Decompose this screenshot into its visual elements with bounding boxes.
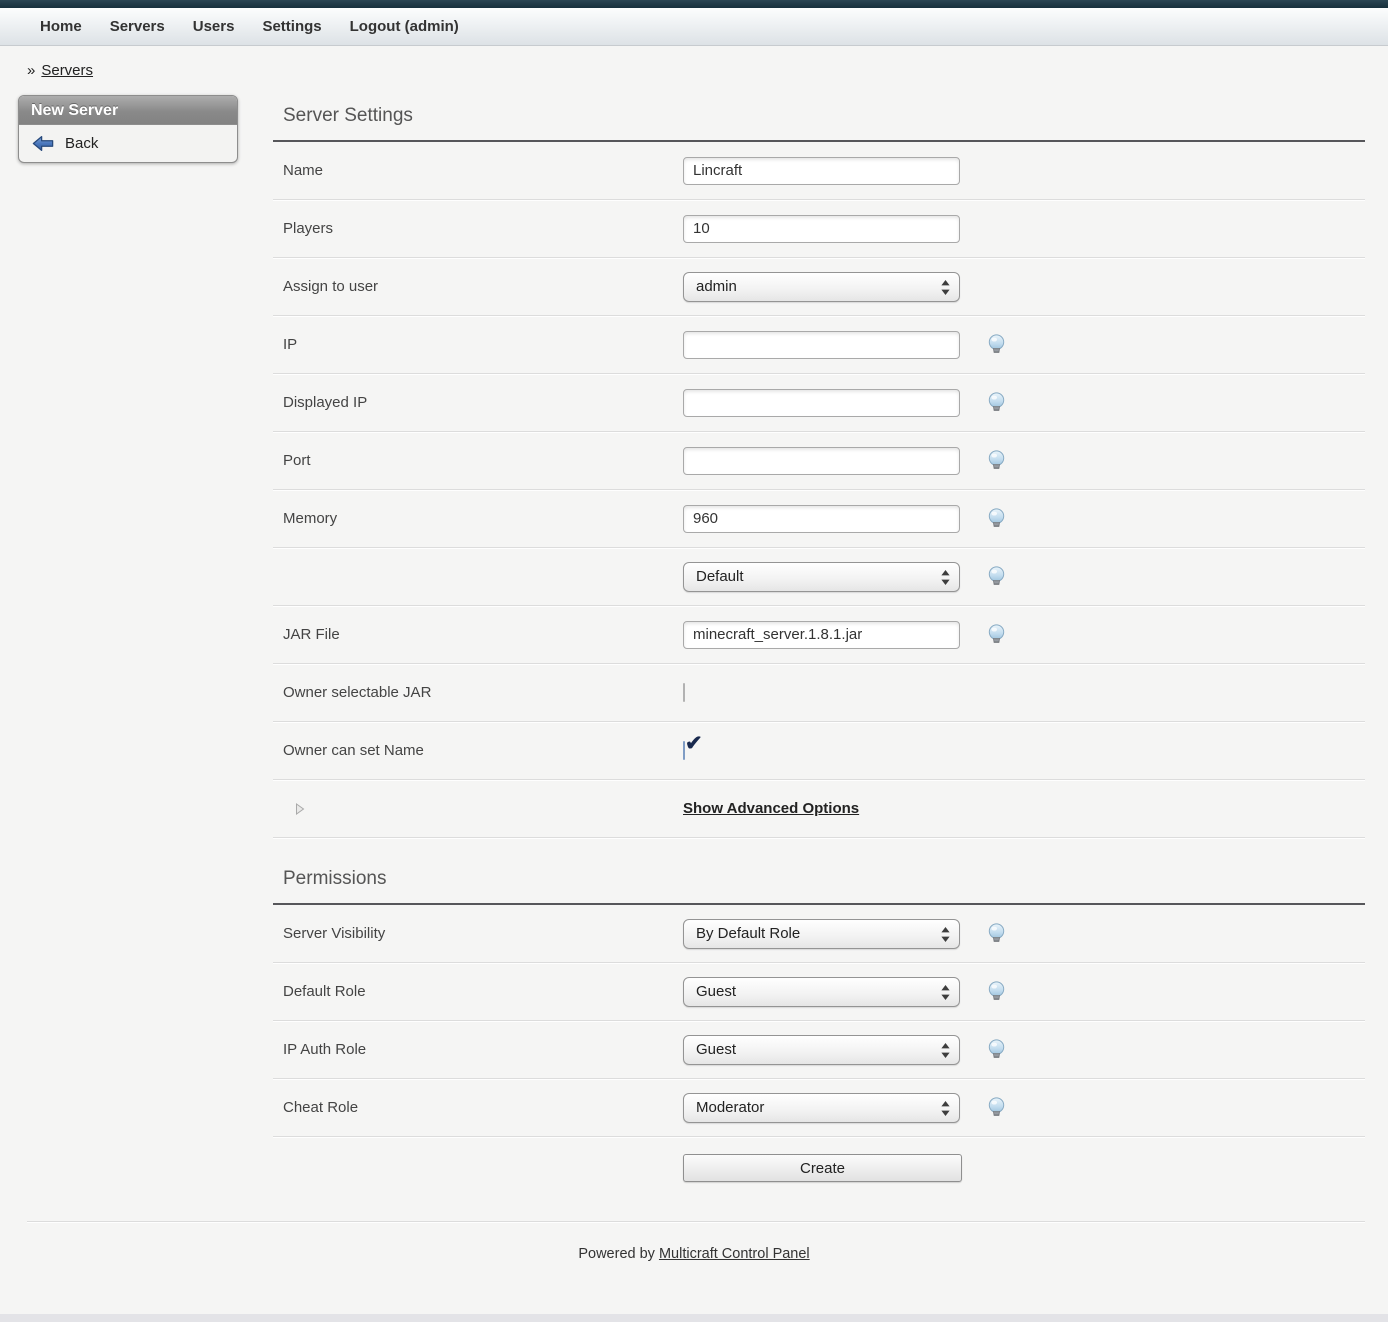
players-row: Players	[273, 200, 1365, 258]
assign-to-user-select[interactable]: admin	[683, 272, 960, 302]
permissions-section-header: Permissions	[273, 838, 1365, 905]
displayed-ip-input[interactable]	[683, 389, 960, 417]
jar-type-row: Default	[273, 548, 1365, 606]
back-button[interactable]: Back	[19, 125, 237, 162]
lightbulb-icon[interactable]	[987, 1097, 1006, 1118]
server-visibility-value: By Default Role	[696, 925, 800, 942]
port-input[interactable]	[683, 447, 960, 475]
powered-by-text: Powered by	[578, 1246, 659, 1262]
jar-file-input[interactable]	[683, 621, 960, 649]
ip-input[interactable]	[683, 331, 960, 359]
jar-file-label: JAR File	[283, 626, 683, 643]
owner-selectable-jar-checkbox[interactable]: ✔	[683, 683, 685, 702]
bottom-edge-bar	[0, 1314, 1388, 1322]
players-input[interactable]	[683, 215, 960, 243]
footer: Powered by Multicraft Control Panel	[0, 1222, 1388, 1272]
main-navbar: Home Servers Users Settings Logout (admi…	[0, 8, 1388, 46]
submit-row: Create	[273, 1137, 1365, 1199]
up-down-stepper-icon	[941, 280, 950, 295]
server-visibility-row: Server Visibility By Default Role	[273, 905, 1365, 963]
default-role-row: Default Role Guest	[273, 963, 1365, 1021]
ip-auth-role-select[interactable]: Guest	[683, 1035, 960, 1065]
advanced-options-row: Show Advanced Options	[273, 780, 1365, 838]
cheat-role-row: Cheat Role Moderator	[273, 1079, 1365, 1137]
lightbulb-icon[interactable]	[987, 566, 1006, 587]
breadcrumb-servers-link[interactable]: Servers	[41, 62, 93, 79]
nav-item-settings[interactable]: Settings	[248, 8, 335, 46]
right-triangle-icon[interactable]	[295, 803, 683, 815]
assign-to-user-value: admin	[696, 278, 737, 295]
breadcrumb: » Servers	[27, 62, 1388, 79]
create-button[interactable]: Create	[683, 1154, 962, 1182]
owner-can-set-name-label: Owner can set Name	[283, 742, 683, 759]
server-visibility-label: Server Visibility	[283, 925, 683, 942]
ip-auth-role-row: IP Auth Role Guest	[273, 1021, 1365, 1079]
memory-label: Memory	[283, 510, 683, 527]
nav-item-servers[interactable]: Servers	[96, 8, 179, 46]
name-label: Name	[283, 162, 683, 179]
assign-user-label: Assign to user	[283, 278, 683, 295]
memory-type-value: Default	[696, 568, 744, 585]
nav-item-users[interactable]: Users	[179, 8, 249, 46]
assign-user-row: Assign to user admin	[273, 258, 1365, 316]
ip-auth-role-label: IP Auth Role	[283, 1041, 683, 1058]
default-role-select[interactable]: Guest	[683, 977, 960, 1007]
server-settings-title: Server Settings	[283, 105, 1365, 127]
multicraft-link[interactable]: Multicraft Control Panel	[659, 1246, 810, 1262]
cheat-role-label: Cheat Role	[283, 1099, 683, 1116]
up-down-stepper-icon	[941, 1101, 950, 1116]
show-advanced-options-link[interactable]: Show Advanced Options	[683, 800, 859, 817]
ip-auth-role-value: Guest	[696, 1041, 736, 1058]
ip-label: IP	[283, 336, 683, 353]
lightbulb-icon[interactable]	[987, 981, 1006, 1002]
default-role-value: Guest	[696, 983, 736, 1000]
owner-selectable-jar-row: Owner selectable JAR ✔	[273, 664, 1365, 722]
cheat-role-select[interactable]: Moderator	[683, 1093, 960, 1123]
memory-input[interactable]	[683, 505, 960, 533]
owner-can-set-name-row: Owner can set Name ✔	[273, 722, 1365, 780]
owner-can-set-name-checkbox[interactable]: ✔	[683, 741, 685, 760]
lightbulb-icon[interactable]	[987, 624, 1006, 645]
name-input[interactable]	[683, 157, 960, 185]
jar-file-row: JAR File	[273, 606, 1365, 664]
lightbulb-icon[interactable]	[987, 334, 1006, 355]
sidebar-title: New Server	[19, 96, 237, 125]
owner-selectable-jar-label: Owner selectable JAR	[283, 684, 683, 701]
name-row: Name	[273, 142, 1365, 200]
lightbulb-icon[interactable]	[987, 450, 1006, 471]
server-visibility-select[interactable]: By Default Role	[683, 919, 960, 949]
up-down-stepper-icon	[941, 985, 950, 1000]
lightbulb-icon[interactable]	[987, 1039, 1006, 1060]
up-down-stepper-icon	[941, 927, 950, 942]
up-down-stepper-icon	[941, 570, 950, 585]
lightbulb-icon[interactable]	[987, 923, 1006, 944]
displayed-ip-row: Displayed IP	[273, 374, 1365, 432]
nav-item-home[interactable]: Home	[26, 8, 96, 46]
up-down-stepper-icon	[941, 1043, 950, 1058]
permissions-title: Permissions	[283, 868, 1365, 890]
checkmark-icon: ✔	[685, 733, 703, 754]
left-arrow-icon	[32, 135, 54, 152]
memory-type-select[interactable]: Default	[683, 562, 960, 592]
lightbulb-icon[interactable]	[987, 508, 1006, 529]
lightbulb-icon[interactable]	[987, 392, 1006, 413]
cheat-role-value: Moderator	[696, 1099, 764, 1116]
nav-item-logout[interactable]: Logout (admin)	[336, 8, 473, 46]
displayed-ip-label: Displayed IP	[283, 394, 683, 411]
main-content: Server Settings Name Players Assign to u…	[273, 79, 1365, 1199]
sidebar-panel: New Server Back	[18, 95, 238, 163]
port-label: Port	[283, 452, 683, 469]
breadcrumb-symbol: »	[27, 62, 35, 79]
port-row: Port	[273, 432, 1365, 490]
server-settings-section-header: Server Settings	[273, 79, 1365, 142]
memory-row: Memory	[273, 490, 1365, 548]
players-label: Players	[283, 220, 683, 237]
back-label: Back	[65, 135, 98, 152]
default-role-label: Default Role	[283, 983, 683, 1000]
ip-row: IP	[273, 316, 1365, 374]
